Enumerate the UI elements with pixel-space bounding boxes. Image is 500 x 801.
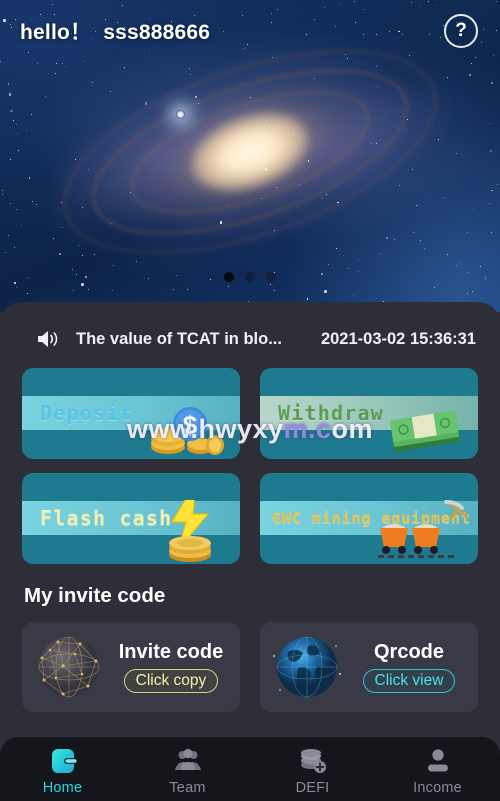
person-icon: [427, 748, 448, 771]
lightning-coins-icon: [169, 500, 211, 562]
coins-dollar-icon: $: [151, 407, 224, 455]
announcement-timestamp: 2021-03-02 15:36:31: [320, 329, 476, 348]
carousel-dot-2[interactable]: [245, 272, 255, 282]
top-bar: hello！ sss888666 ?: [0, 0, 500, 62]
nav-item-defi[interactable]: DEFI: [250, 737, 375, 801]
nav-label-team: Team: [169, 779, 206, 796]
announcement-bar[interactable]: The value of TCAT in blo... 2021-03-02 1…: [0, 316, 500, 362]
invite-code-content: Invite code Click copy: [108, 641, 240, 694]
speaker-icon: [38, 331, 58, 347]
coins-plus-icon: [300, 748, 326, 773]
flash-cash-button[interactable]: Flash cash: [22, 473, 240, 564]
nav-label-income: Income: [413, 779, 462, 796]
people-group-icon: [174, 748, 201, 770]
qrcode-title: Qrcode: [373, 640, 445, 663]
mining-carts-icon: [378, 500, 468, 558]
carousel-dot-3[interactable]: [266, 272, 276, 282]
deposit-button[interactable]: Deposit $: [22, 368, 240, 459]
bottom-navigation: Home Team DEFI Income: [0, 737, 500, 801]
nav-label-defi: DEFI: [295, 779, 330, 796]
hero-carousel[interactable]: hello！ sss888666 ?: [0, 0, 500, 312]
cash-stack-icon: [390, 410, 460, 452]
help-icon[interactable]: ?: [444, 14, 478, 48]
announcement-text: The value of TCAT in blo...: [76, 329, 282, 348]
action-grid: Deposit $ Withdraw Flash cash GWC mining…: [0, 362, 500, 564]
withdraw-button[interactable]: Withdraw: [260, 368, 478, 459]
gwc-mining-button[interactable]: GWC mining equipment: [260, 473, 478, 564]
nav-item-team[interactable]: Team: [125, 737, 250, 801]
greeting-text: hello！: [20, 21, 92, 44]
app-root: hello！ sss888666 ? The value of TCAT in …: [0, 0, 500, 801]
invite-code-title: Invite code: [118, 640, 224, 663]
carousel-dots[interactable]: [224, 272, 276, 282]
carousel-dot-1[interactable]: [224, 272, 234, 282]
username-text: sss888666: [103, 21, 211, 44]
network-sphere-icon: [38, 636, 100, 698]
qrcode-card[interactable]: Qrcode Click view: [260, 622, 478, 712]
svg-text:$: $: [183, 410, 198, 440]
click-copy-button[interactable]: Click copy: [123, 668, 219, 694]
qrcode-content: Qrcode Click view: [346, 641, 478, 694]
invite-grid: Invite code Click copy Qrcode Click view: [0, 608, 500, 712]
nav-item-home[interactable]: Home: [0, 737, 125, 801]
invite-section-title: My invite code: [24, 584, 166, 607]
nav-item-income[interactable]: Income: [375, 737, 500, 801]
digital-globe-icon: [272, 636, 342, 698]
click-view-button[interactable]: Click view: [362, 668, 456, 694]
nav-label-home: Home: [42, 779, 83, 796]
greeting-block: hello！ sss888666: [20, 16, 210, 46]
wallet-icon: [51, 748, 77, 773]
invite-code-card[interactable]: Invite code Click copy: [22, 622, 240, 712]
content-panel: The value of TCAT in blo... 2021-03-02 1…: [0, 302, 500, 742]
